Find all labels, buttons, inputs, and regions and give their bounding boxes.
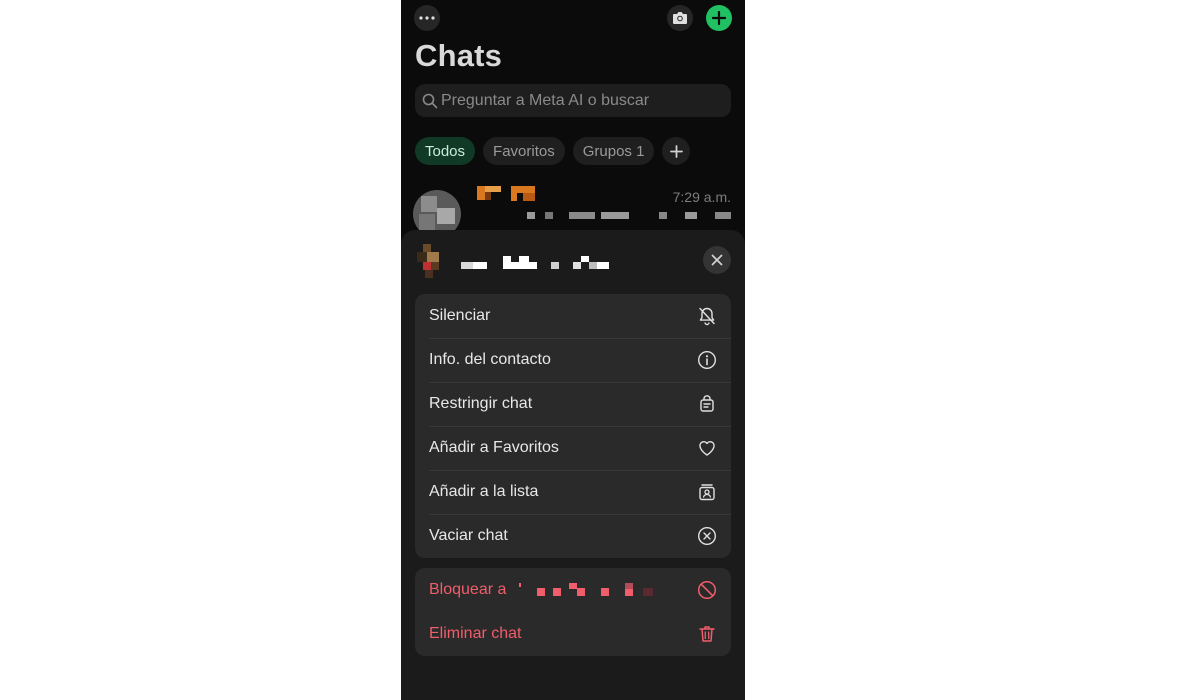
menu-item-label: Eliminar chat [429,625,522,642]
redacted-preview [527,212,731,219]
more-options-button[interactable] [414,5,440,31]
clear-circle-icon [697,526,717,546]
filter-chips: Todos Favoritos Grupos 1 [415,137,691,165]
info-icon [697,350,717,370]
restrict-chat-icon [700,395,714,412]
menu-item-restringir-chat[interactable]: Restringir chat [415,382,731,426]
search-bar[interactable]: Preguntar a Meta AI o buscar [415,84,731,117]
add-filter-button[interactable] [662,137,691,165]
phone-screen: Chats Preguntar a Meta AI o buscar Todos… [401,0,745,700]
trash-icon [699,626,715,642]
menu-item-vaciar-chat[interactable]: Vaciar chat [415,514,731,558]
chat-context-sheet: Silenciar Info. del contacto Restringir … [401,230,745,700]
list-contact-icon [699,484,715,501]
plus-icon [712,11,726,25]
menu-item-label: Restringir chat [429,395,533,412]
page-title: Chats [415,38,503,73]
camera-button[interactable] [667,5,693,31]
menu-item-label: Añadir a Favoritos [429,439,559,456]
menu-item-eliminar-chat[interactable]: Eliminar chat [415,612,731,656]
search-placeholder: Preguntar a Meta AI o buscar [441,91,650,109]
menu-item-label: Añadir a la lista [429,483,539,500]
filter-favoritos[interactable]: Favoritos [483,137,565,165]
filter-todos[interactable]: Todos [415,137,476,165]
menu-item-label: Bloquear a [429,581,731,599]
redacted-contact-name [461,256,609,269]
menu-item-bloquear[interactable]: Bloquear a [415,568,731,612]
menu-item-label: Vaciar chat [429,527,508,544]
menu-item-label: Info. del contacto [429,351,551,368]
filter-grupos[interactable]: Grupos 1 [572,137,655,165]
menu-item-anadir-lista[interactable]: Añadir a la lista [415,470,731,514]
block-icon [697,580,717,600]
bell-off-icon [699,307,715,326]
close-button[interactable] [703,246,731,274]
top-bar [401,0,745,36]
menu-item-silenciar[interactable]: Silenciar [415,294,731,338]
contact-avatar [417,244,439,278]
ellipsis-icon [419,16,435,20]
menu-item-label: Silenciar [429,307,491,324]
menu-item-anadir-favoritos[interactable]: Añadir a Favoritos [415,426,731,470]
chat-time: 7:29 a.m. [672,189,731,205]
plus-icon [670,144,683,158]
chat-list-item[interactable]: 7:29 a.m. [401,180,745,238]
close-icon [711,254,723,266]
options-group: Silenciar Info. del contacto Restringir … [415,294,731,558]
heart-icon [699,441,715,456]
danger-options-group: Bloquear a Eliminar chat [415,568,731,656]
new-chat-button[interactable] [706,5,732,31]
redacted-name [477,186,535,201]
redacted-contact-name [518,582,653,596]
camera-icon [673,12,687,24]
menu-item-info-contacto[interactable]: Info. del contacto [415,338,731,382]
sheet-header [401,230,745,290]
search-icon [422,93,438,108]
